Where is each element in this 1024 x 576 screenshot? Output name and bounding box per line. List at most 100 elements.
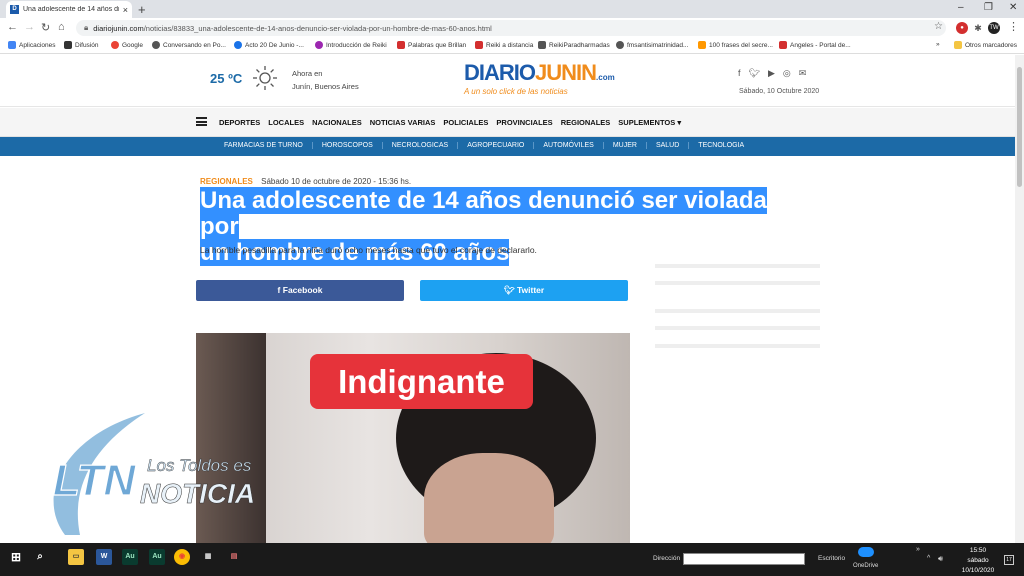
nav-locales[interactable]: LOCALES <box>268 118 304 127</box>
subnav-horoscopos[interactable]: HOROSCOPOS <box>313 142 383 149</box>
bookmark-icon <box>234 41 242 49</box>
puzzle-icon[interactable]: ✱ <box>972 22 984 34</box>
audition-icon[interactable]: Au <box>122 549 138 565</box>
sidebar-placeholder <box>655 309 820 313</box>
bookmarks-more-button[interactable]: » <box>936 41 940 48</box>
taskbar-clock[interactable]: 15:50 sábado 10/10/2020 <box>958 546 998 576</box>
browser-tab[interactable]: D Una adolescente de 14 años dnc × <box>6 1 132 18</box>
sidebar-placeholder <box>655 326 820 330</box>
word-icon[interactable]: W <box>96 549 112 565</box>
windows-start-icon[interactable]: ⊞ <box>8 549 24 565</box>
windows-taskbar: ⊞ ⌕ ▭ W Au Au ◉ ▦ ▤ Dirección Escritorio… <box>0 543 1024 576</box>
restore-icon[interactable]: ❐ <box>984 2 993 13</box>
instagram-icon[interactable]: ◎ <box>783 68 791 79</box>
bookmark-star-icon[interactable]: ☆ <box>934 21 943 32</box>
bookmark-item[interactable]: 100 frases del secre... <box>698 41 773 49</box>
bookmark-item[interactable]: Introducción de Reiki <box>315 41 387 49</box>
subnav-salud[interactable]: SALUD <box>647 142 690 149</box>
watermark-los-toldos: Los Toldos es <box>147 456 252 475</box>
nav-policiales[interactable]: POLICIALES <box>443 118 488 127</box>
globe-icon <box>152 41 160 49</box>
audition-icon[interactable]: Au <box>149 549 165 565</box>
site-logo[interactable]: DIARIOJUNIN.com A un solo click de las n… <box>464 61 615 97</box>
gmail-icon <box>779 41 787 49</box>
apps-icon <box>8 41 16 49</box>
nav-regionales[interactable]: REGIONALES <box>561 118 611 127</box>
notification-center-icon[interactable]: 17 <box>1004 555 1014 565</box>
nav-provinciales[interactable]: PROVINCIALES <box>496 118 552 127</box>
subnav-mujer[interactable]: MUJER <box>604 142 647 149</box>
nav-nacionales[interactable]: NACIONALES <box>312 118 362 127</box>
gmail-icon <box>397 41 405 49</box>
home-icon[interactable]: ⌂ <box>58 21 65 33</box>
globe-icon <box>616 41 624 49</box>
tab-strip: D Una adolescente de 14 años dnc × + – ❐… <box>0 0 1024 18</box>
subnav-farmacias[interactable]: FARMACIAS DE TURNO <box>219 142 313 149</box>
page-scrollbar[interactable] <box>1015 55 1024 543</box>
minimize-icon[interactable]: – <box>958 2 964 13</box>
new-tab-button[interactable]: + <box>138 2 146 17</box>
scrollbar-thumb[interactable] <box>1017 67 1022 187</box>
onedrive-label: OneDrive <box>853 563 879 569</box>
menu-icon[interactable]: ⋮ <box>1008 20 1019 33</box>
browser-toolbar: ← → ↻ ⌂ 🔒︎ diariojunin.com/noticias/8383… <box>0 18 1024 38</box>
forward-icon[interactable]: → <box>24 21 35 33</box>
subnav-automoviles[interactable]: AUTOMÓVILES <box>534 142 604 149</box>
temperature: 25 ºC <box>210 71 243 86</box>
main-nav: DEPORTES LOCALES NACIONALES NOTICIAS VAR… <box>0 108 1015 137</box>
bookmark-item[interactable]: Reiki a distancia <box>475 41 533 49</box>
bookmark-item[interactable]: Angeles - Portal de... <box>779 41 851 49</box>
article-subhead: La horrible pesadilla para la niña duró … <box>200 245 537 255</box>
email-icon[interactable]: ✉ <box>799 68 807 79</box>
profile-avatar[interactable]: TW <box>988 22 1000 34</box>
share-twitter-button[interactable]: 🐦︎ Twitter <box>420 280 628 301</box>
onedrive-icon[interactable] <box>858 547 874 557</box>
nav-suplementos[interactable]: SUPLEMENTOS ▾ <box>618 118 681 127</box>
extension-icon[interactable]: ● <box>956 22 968 34</box>
share-facebook-button[interactable]: f Facebook <box>196 280 404 301</box>
taskbar-address-input[interactable] <box>683 553 805 565</box>
bookmark-item[interactable]: Difusión <box>64 41 98 49</box>
back-icon[interactable]: ← <box>7 21 18 33</box>
chrome-icon[interactable]: ◉ <box>174 549 190 565</box>
file-explorer-icon[interactable]: ▭ <box>68 549 84 565</box>
watermark-noticia: NOTICIA <box>140 478 255 509</box>
bookmark-item[interactable]: Google <box>111 41 143 49</box>
sun-icon <box>253 66 277 90</box>
subnav-necrologicas[interactable]: NECROLOGICAS <box>383 142 459 149</box>
twitter-icon[interactable]: 🐦︎ <box>749 68 760 79</box>
bookmark-item[interactable]: fmsantisimatrinidad... <box>616 41 688 49</box>
article-section-link[interactable]: REGIONALES <box>200 177 253 186</box>
facebook-icon[interactable]: f <box>738 68 741 79</box>
subnav-tecnologia[interactable]: TECNOLOGIA <box>689 142 753 149</box>
bookmark-item[interactable]: Palabras que Brillan <box>397 41 466 49</box>
app-icon[interactable]: ▤ <box>226 549 242 565</box>
bookmark-item[interactable]: Conversando en Po... <box>152 41 226 49</box>
gmail-icon <box>475 41 483 49</box>
nav-noticias-varias[interactable]: NOTICIAS VARIAS <box>370 118 436 127</box>
youtube-icon[interactable]: ▶ <box>768 68 775 79</box>
tray-chevron-icon[interactable]: ^ <box>927 555 930 562</box>
hamburger-menu-icon[interactable] <box>196 117 207 126</box>
subnav-agropecuario[interactable]: AGROPECUARIO <box>458 142 535 149</box>
close-window-icon[interactable]: ✕ <box>1009 2 1017 13</box>
bookmark-icon <box>698 41 706 49</box>
desktop-toolbar-label[interactable]: Escritorio <box>818 555 845 562</box>
header-date: Sábado, 10 Octubre 2020 <box>739 88 820 95</box>
bookmark-item[interactable]: Acto 20 De Junio -... <box>234 41 304 49</box>
nav-deportes[interactable]: DEPORTES <box>219 118 260 127</box>
sidebar-placeholder <box>655 281 820 285</box>
search-icon[interactable]: ⌕ <box>32 549 48 565</box>
toolbar-expand-icon[interactable]: » <box>916 546 920 553</box>
address-bar[interactable]: 🔒︎ diariojunin.com/noticias/83833_una-ad… <box>76 20 946 36</box>
site-favicon-icon: D <box>10 5 19 14</box>
sub-nav: FARMACIAS DE TURNO HOROSCOPOS NECROLOGIC… <box>0 137 1015 156</box>
bookmark-item[interactable]: Aplicaciones <box>8 41 56 49</box>
volume-icon[interactable]: 🔊︎ <box>938 554 943 564</box>
close-tab-icon[interactable]: × <box>123 5 128 15</box>
film-icon[interactable]: ▦ <box>200 549 216 565</box>
reload-icon[interactable]: ↻ <box>41 21 50 34</box>
bookmark-item[interactable]: ReikiParadharmadas <box>538 41 610 49</box>
other-bookmarks-folder[interactable]: Otros marcadores <box>954 41 1017 49</box>
bookmark-icon <box>315 41 323 49</box>
